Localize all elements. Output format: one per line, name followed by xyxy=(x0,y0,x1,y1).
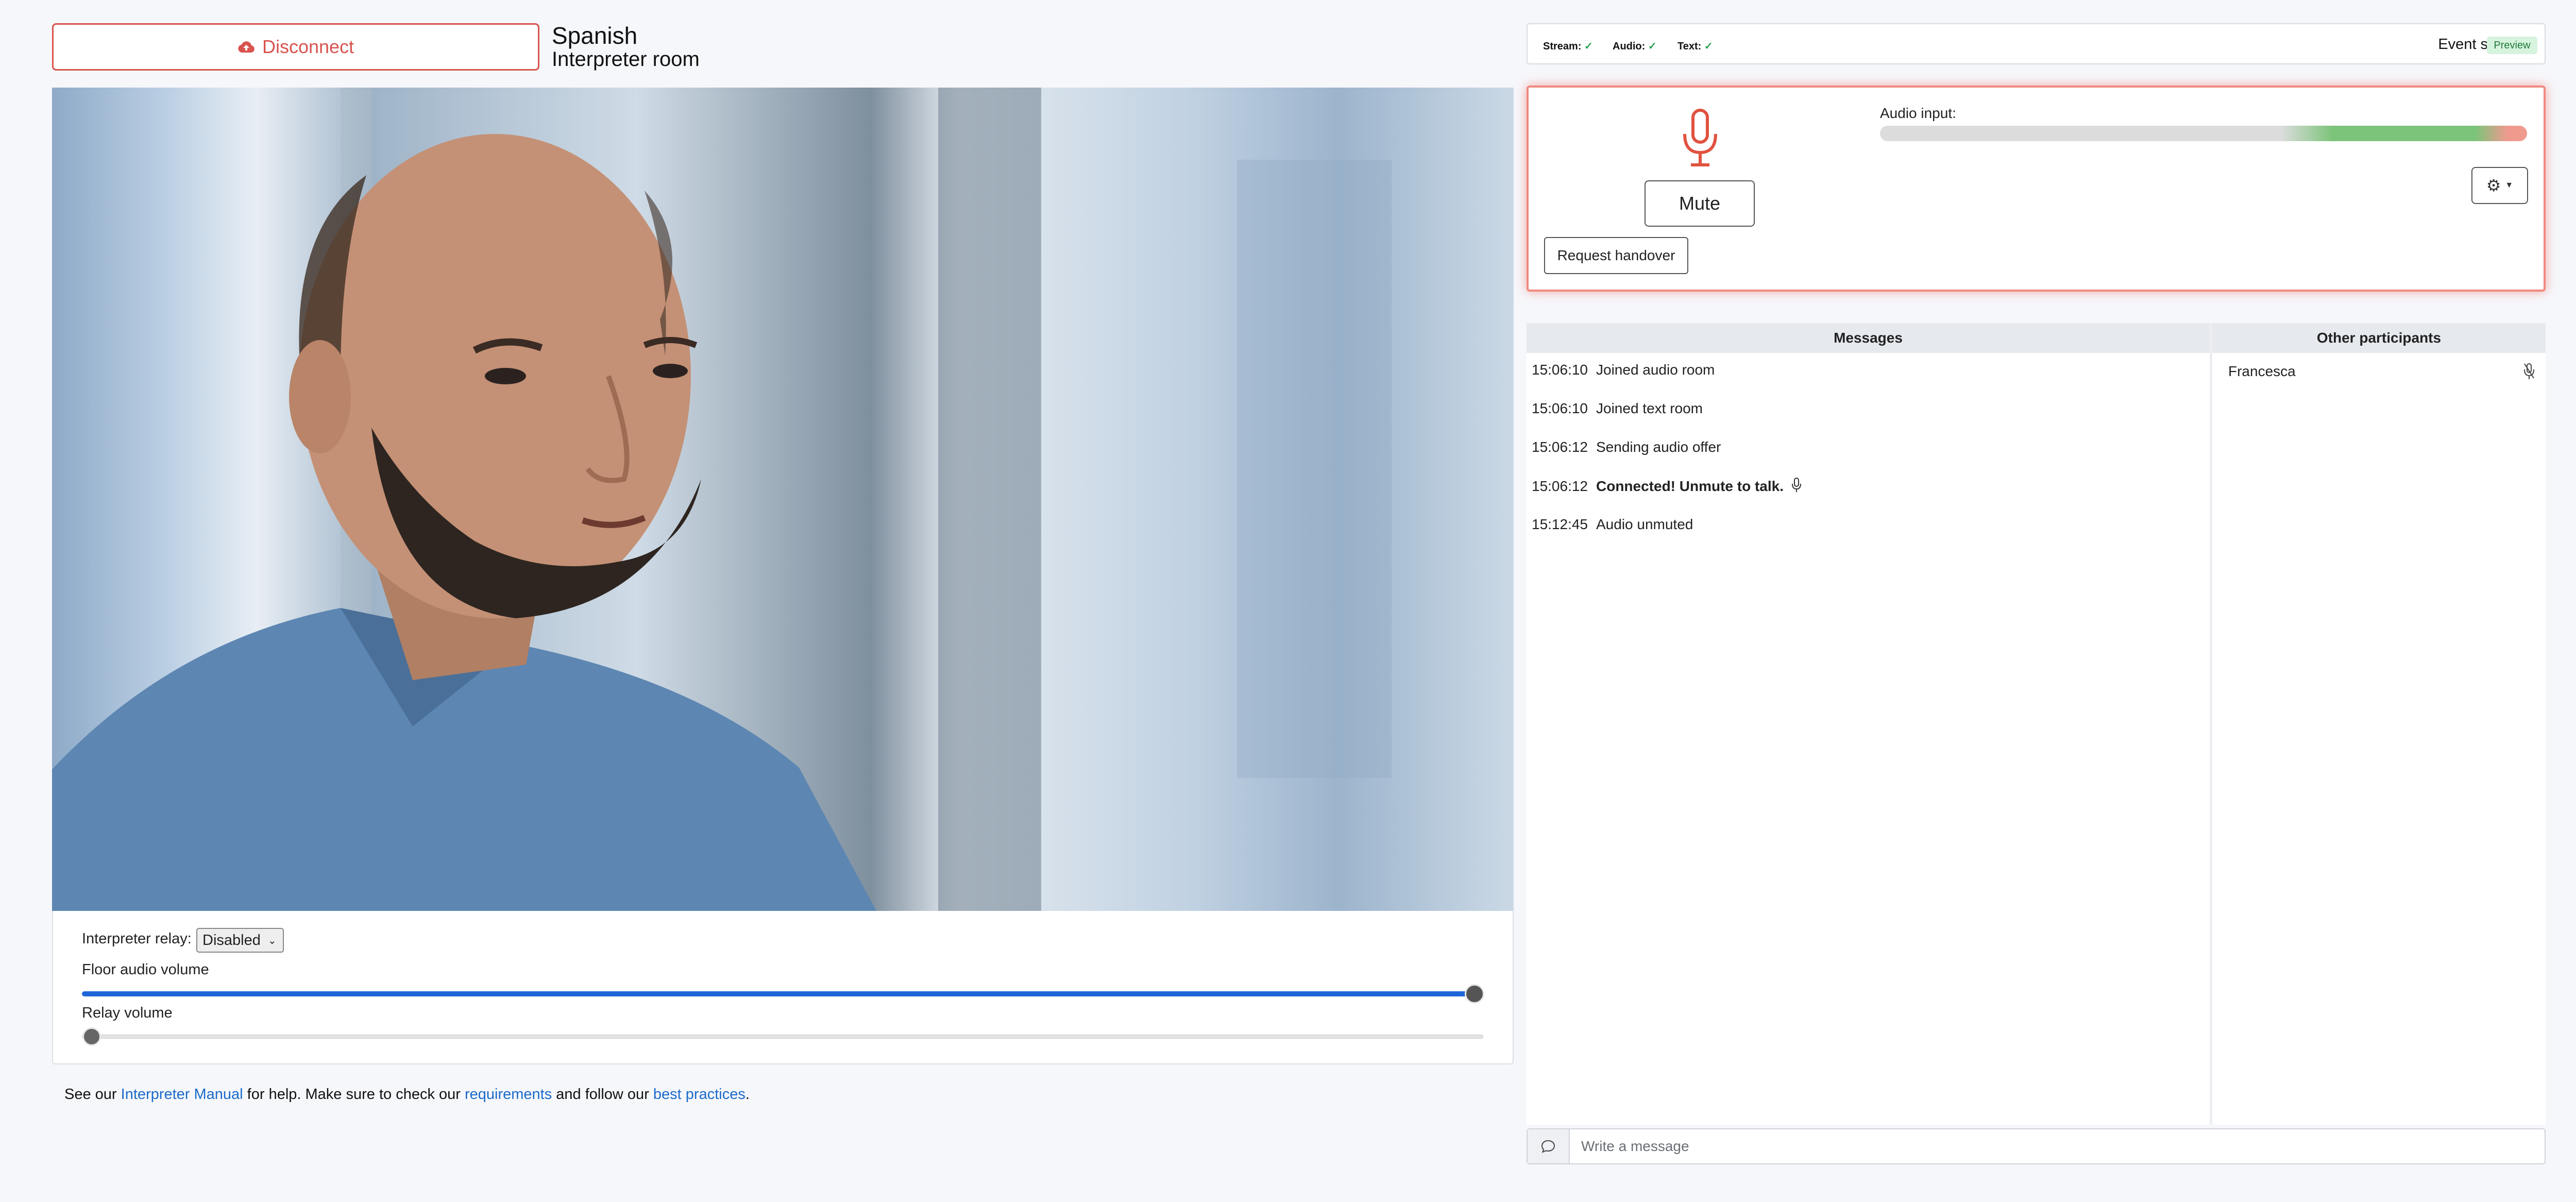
footer-text: . xyxy=(745,1086,750,1103)
best-practices-link[interactable]: best practices xyxy=(653,1086,745,1103)
audio-status-label: Audio: xyxy=(1613,41,1646,52)
microphone-icon xyxy=(1683,109,1717,166)
message-item: 15:06:10 Joined audio room xyxy=(1532,362,1715,378)
disconnect-button[interactable]: Disconnect xyxy=(52,23,539,71)
language-title: Spanish xyxy=(552,22,638,49)
chat-bubble-icon xyxy=(1528,1129,1570,1163)
audio-level-meter xyxy=(1880,126,2527,141)
message-input-group: Write a message xyxy=(1527,1128,2546,1164)
message-time: 15:06:10 xyxy=(1532,400,1588,416)
check-icon: ✓ xyxy=(1648,41,1657,52)
video-feed xyxy=(52,88,1514,911)
help-footer: See our Interpreter Manual for help. Mak… xyxy=(64,1086,750,1103)
relay-volume-label: Relay volume xyxy=(82,1005,173,1021)
cloud-upload-icon xyxy=(238,41,255,53)
speaker-video-image xyxy=(52,88,1392,911)
message-time: 15:06:12 xyxy=(1532,439,1588,455)
audio-input-label: Audio input: xyxy=(1880,105,1956,121)
message-text: Sending audio offer xyxy=(1596,439,1721,455)
message-time: 15:06:10 xyxy=(1532,362,1588,378)
relay-select-value: Disabled xyxy=(202,932,261,949)
message-item: 15:06:12 Sending audio offer xyxy=(1532,439,1721,455)
message-time: 15:06:12 xyxy=(1532,478,1588,494)
gear-icon: ⚙ xyxy=(2486,176,2501,195)
stream-status-label: Stream: xyxy=(1543,41,1582,52)
footer-text: See our xyxy=(64,1086,121,1103)
room-title: Interpreter room xyxy=(552,48,700,71)
disconnect-label: Disconnect xyxy=(262,36,354,57)
message-item: 15:12:45 Audio unmuted xyxy=(1532,516,1693,533)
messages-header: Messages xyxy=(1527,323,2210,353)
message-text: Connected! Unmute to talk. xyxy=(1596,478,1784,494)
footer-text: for help. Make sure to check our xyxy=(243,1086,465,1103)
message-text: Joined text room xyxy=(1596,400,1703,416)
relay-label: Interpreter relay: xyxy=(82,930,192,947)
participant-name: Francesca xyxy=(2228,363,2296,379)
settings-dropdown-button[interactable]: ⚙ ▼ xyxy=(2471,167,2528,204)
interpreter-manual-link[interactable]: Interpreter Manual xyxy=(121,1086,243,1103)
event-status-badge: Preview xyxy=(2487,37,2537,54)
floor-volume-label: Floor audio volume xyxy=(82,961,209,978)
participants-header: Other participants xyxy=(2212,323,2546,353)
stream-status: Stream: ✓ xyxy=(1543,40,1593,53)
microphone-icon xyxy=(1791,478,1801,492)
audio-status: Audio: ✓ xyxy=(1613,40,1657,53)
mute-button[interactable]: Mute xyxy=(1645,180,1755,227)
microphone-muted-icon xyxy=(2524,363,2534,379)
text-status: Text: ✓ xyxy=(1677,40,1713,53)
message-time: 15:12:45 xyxy=(1532,516,1588,532)
requirements-link[interactable]: requirements xyxy=(465,1086,552,1103)
request-handover-button[interactable]: Request handover xyxy=(1544,237,1688,274)
message-input[interactable]: Write a message xyxy=(1570,1138,1689,1155)
relay-volume-slider[interactable] xyxy=(82,1035,1483,1039)
message-text: Joined audio room xyxy=(1596,362,1715,378)
relay-volume-handle[interactable] xyxy=(82,1027,101,1046)
caret-down-icon: ▼ xyxy=(2505,181,2514,190)
message-item: 15:06:10 Joined text room xyxy=(1532,400,1703,417)
message-item: 15:06:12 Connected! Unmute to talk. xyxy=(1532,478,1801,495)
floor-volume-handle[interactable] xyxy=(1465,984,1484,1004)
text-status-label: Text: xyxy=(1677,41,1702,52)
check-icon: ✓ xyxy=(1704,41,1713,52)
message-text: Audio unmuted xyxy=(1596,516,1693,532)
check-icon: ✓ xyxy=(1584,41,1593,52)
relay-select[interactable]: Disabled ⌄ xyxy=(196,928,284,953)
chevron-down-icon: ⌄ xyxy=(267,935,277,946)
floor-volume-slider[interactable] xyxy=(82,991,1483,996)
participants-panel: Other participants xyxy=(2212,323,2546,1125)
footer-text: and follow our xyxy=(552,1086,653,1103)
